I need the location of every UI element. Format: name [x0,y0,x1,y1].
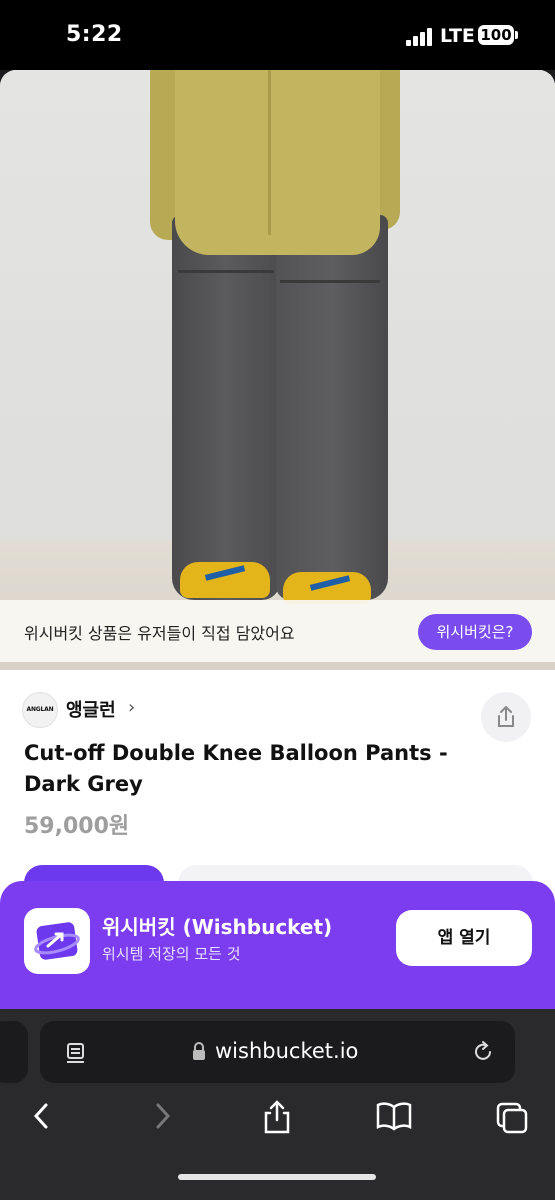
about-wishbucket-button[interactable]: 위시버킷은? [418,614,532,650]
lock-icon [193,1042,205,1060]
signal-icon [406,28,434,46]
banner-text: 위시버킷 상품은 유저들이 직접 담았어요 [24,624,295,643]
home-indicator[interactable] [178,1174,376,1180]
wishbucket-logo-icon [34,922,80,960]
book-icon[interactable] [375,1101,413,1131]
info-banner: 위시버킷 상품은 유저들이 직접 담았어요 위시버킷은? [0,600,555,662]
product-title: Cut-off Double Knee Balloon Pants - Dark… [24,741,448,796]
reader-icon[interactable] [64,1041,88,1065]
brand-name[interactable]: 앵글런 [66,696,116,722]
address-bar[interactable]: wishbucket.io [40,1021,515,1083]
network-label: LTE [440,25,475,47]
share-icon[interactable] [262,1099,292,1135]
app-icon[interactable] [24,908,90,974]
brand-logo[interactable]: ANGLAN [22,692,58,728]
app-name: 위시버킷 (Wishbucket) [102,915,333,939]
app-install-banner: 위시버킷 (Wishbucket) 위시템 저장의 모든 것 앱 열기 [0,881,555,1009]
share-icon [498,705,514,727]
photo-knee-seam-right [280,280,380,283]
chevron-right-icon[interactable] [150,1101,176,1131]
battery-tip [515,31,518,39]
photo-shirt-placket [268,70,271,235]
photo-shirt [175,70,380,255]
status-bar: 5:22 LTE 100 [0,0,555,70]
app-subtitle: 위시템 저장의 모든 것 [102,945,241,963]
photo-shoe-left [180,562,270,598]
reload-icon[interactable] [470,1039,496,1065]
battery-icon: 100 [478,25,514,45]
photo-pants-right [276,215,388,600]
share-button[interactable] [481,692,531,742]
product-price: 59,000원 [24,814,130,839]
status-time: 5:22 [66,22,123,47]
chevron-left-icon[interactable] [28,1101,54,1131]
tabs-icon[interactable] [495,1101,529,1135]
photo-knee-seam-left [178,270,274,273]
url-text[interactable]: wishbucket.io [215,1039,358,1063]
previous-tab-peek[interactable] [0,1021,28,1083]
chevron-right-icon[interactable]: › [128,697,135,718]
browser-toolbar: wishbucket.io [0,1009,555,1200]
product-image[interactable]: 위시버킷 상품은 유저들이 직접 담았어요 위시버킷은? [0,70,555,670]
open-app-button[interactable]: 앱 열기 [396,910,532,966]
